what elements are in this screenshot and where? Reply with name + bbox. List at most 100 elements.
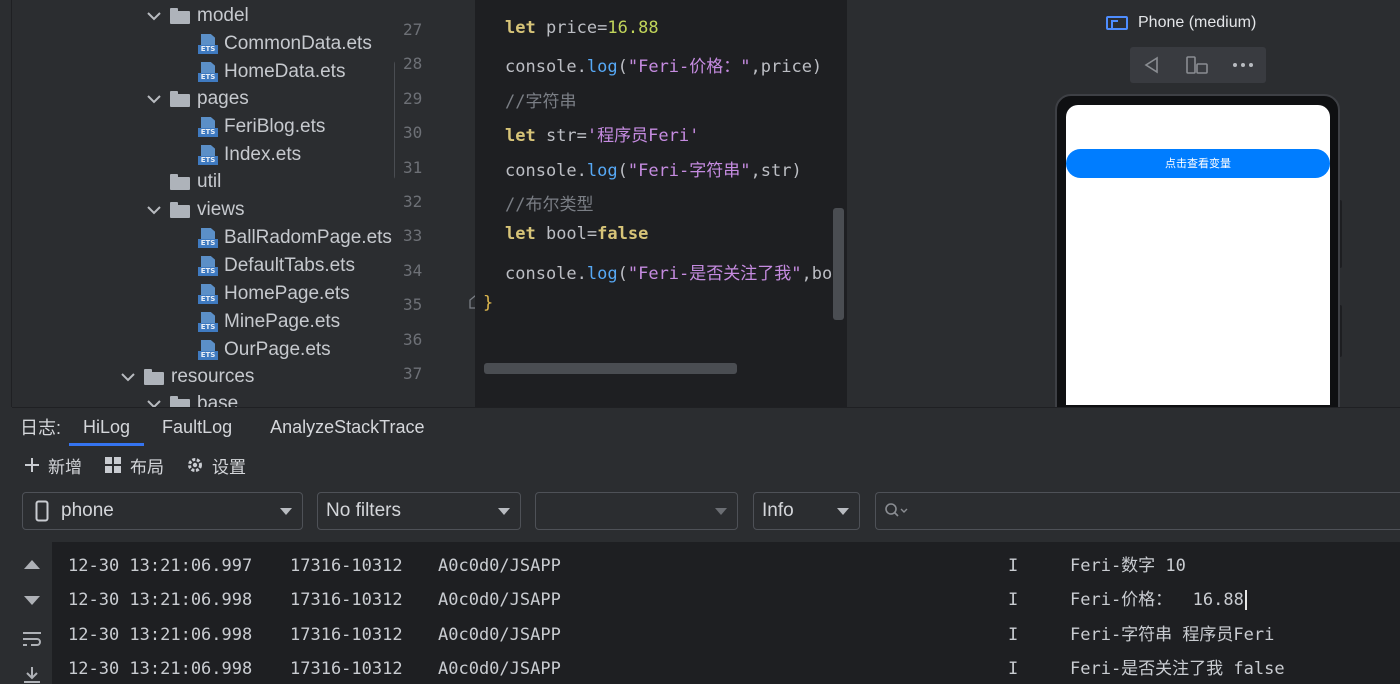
tree-file-ourpage[interactable]: ETS OurPage.ets: [198, 336, 331, 364]
log-tag: A0c0d0/JSAPP: [438, 590, 561, 610]
log-output[interactable]: 12-30 13:21:06.997 17316-10312 A0c0d0/JS…: [52, 542, 1400, 684]
log-search-input[interactable]: [875, 492, 1400, 530]
code-line-35: }: [483, 293, 494, 313]
phone-screen: 点击查看变量: [1066, 105, 1330, 405]
log-pid: 17316-10312: [290, 625, 403, 645]
log-message: Feri-字符串 程序员Feri: [1070, 625, 1275, 645]
tree-file-index[interactable]: ETS Index.ets: [198, 141, 301, 169]
tree-file-homedata[interactable]: ETS HomeData.ets: [198, 58, 345, 86]
scroll-to-end-icon[interactable]: [22, 666, 42, 684]
editor-vertical-scrollbar[interactable]: [833, 208, 844, 320]
filter-dropdown[interactable]: No filters: [317, 492, 521, 530]
filter-dropdown-value: No filters: [326, 500, 401, 521]
log-filters: phone No filters Info: [12, 492, 1400, 530]
add-button-label: 新增: [48, 457, 82, 478]
chevron-down-icon[interactable]: [144, 200, 164, 220]
tree-folder-base[interactable]: base: [144, 390, 238, 407]
tree-file-homepage[interactable]: ETS HomePage.ets: [198, 280, 350, 308]
dropdown-arrow-icon: [715, 508, 727, 515]
view-variables-button[interactable]: 点击查看变量: [1066, 149, 1330, 178]
search-icon: [885, 503, 908, 517]
multi-device-icon[interactable]: [1185, 55, 1209, 75]
more-icon[interactable]: [1232, 62, 1254, 68]
device-dropdown-value: phone: [61, 500, 114, 521]
log-time: 12-30 13:21:06.997: [68, 556, 253, 576]
device-selector[interactable]: Phone (medium): [1106, 14, 1256, 32]
dropdown-arrow-icon: [280, 508, 292, 515]
log-row: 12-30 13:21:06.998 17316-10312 A0c0d0/JS…: [68, 618, 1274, 652]
log-message: Feri-价格： 16.88: [1070, 583, 1247, 617]
layout-grid-icon: [104, 456, 122, 474]
tree-label: Index.ets: [224, 144, 302, 165]
tree-file-defaulttabs[interactable]: ETS DefaultTabs.ets: [198, 252, 355, 280]
tree-label: DefaultTabs.ets: [224, 255, 355, 276]
back-icon[interactable]: [1142, 55, 1162, 75]
chevron-down-icon[interactable]: [144, 89, 164, 109]
log-time: 12-30 13:21:06.998: [68, 625, 253, 645]
chevron-down-icon[interactable]: [118, 367, 138, 387]
tree-file-ballradompage[interactable]: ETS BallRadomPage.ets: [198, 224, 392, 252]
tree-folder-resources[interactable]: resources: [118, 363, 254, 391]
tree-label: base: [197, 393, 239, 407]
device-dropdown[interactable]: phone: [22, 492, 303, 530]
log-level: I: [1008, 659, 1019, 679]
ets-file-icon: ETS: [198, 256, 218, 276]
tree-file-commondata[interactable]: ETS CommonData.ets: [198, 30, 372, 58]
log-pid: 17316-10312: [290, 659, 403, 679]
scroll-down-icon[interactable]: [23, 595, 41, 607]
log-toolbar: 新增 布局 设置: [12, 448, 1400, 482]
line-number: 30: [403, 123, 423, 142]
tree-label: MinePage.ets: [224, 311, 341, 332]
tree-folder-views[interactable]: views: [144, 196, 245, 224]
log-level-dropdown[interactable]: Info: [753, 492, 860, 530]
tree-folder-util[interactable]: util: [170, 168, 221, 196]
preview-toolbar: [1130, 47, 1266, 83]
tab-faultlog[interactable]: FaultLog: [148, 408, 246, 446]
log-panel: 日志: HiLog FaultLog AnalyzeStackTrace 新增 …: [12, 407, 1400, 684]
tree-folder-model[interactable]: model: [144, 2, 249, 30]
line-number: 28: [403, 54, 423, 73]
tree-folder-pages[interactable]: pages: [144, 85, 249, 113]
ets-file-icon: ETS: [198, 145, 218, 165]
code-line-30: let str='程序员Feri': [505, 126, 700, 146]
log-time: 12-30 13:21:06.998: [68, 590, 253, 610]
log-level-value: Info: [762, 500, 794, 521]
tree-label: HomeData.ets: [224, 61, 346, 82]
soft-wrap-icon[interactable]: [22, 630, 42, 648]
layout-button[interactable]: 布局: [104, 453, 164, 478]
line-number: 31: [403, 158, 423, 177]
tab-hilog[interactable]: HiLog: [69, 408, 145, 446]
line-number: 33: [403, 226, 423, 245]
chevron-down-icon[interactable]: [144, 6, 164, 26]
tree-label: BallRadomPage.ets: [224, 227, 392, 248]
log-side-toolbar: [12, 542, 52, 684]
scroll-up-icon[interactable]: [23, 558, 41, 570]
log-level: I: [1008, 590, 1019, 610]
editor-horizontal-scrollbar[interactable]: [484, 363, 737, 374]
code-editor[interactable]: let price=16.88 console.log("Feri-价格：",p…: [475, 0, 847, 407]
tree-file-feriblog[interactable]: ETS FeriBlog.ets: [198, 113, 325, 141]
settings-button[interactable]: 设置: [186, 453, 246, 478]
line-number: 35: [403, 295, 423, 314]
tree-file-minepage[interactable]: ETS MinePage.ets: [198, 308, 340, 336]
tab-analyze-stack-trace[interactable]: AnalyzeStackTrace: [256, 408, 438, 446]
ets-file-icon: ETS: [198, 312, 218, 332]
code-line-27: let price=16.88: [505, 18, 659, 38]
code-line-31: console.log("Feri-字符串",str): [505, 161, 802, 181]
tree-label: resources: [171, 366, 255, 387]
dropdown-arrow-icon: [837, 508, 849, 515]
tree-label: pages: [197, 88, 249, 109]
tree-label: FeriBlog.ets: [224, 116, 326, 137]
previewer-panel: Phone (medium) 点击查看变量: [848, 0, 1400, 424]
folder-icon: [170, 91, 190, 107]
chevron-down-icon[interactable]: [144, 394, 164, 407]
ets-file-icon: ETS: [198, 340, 218, 360]
process-dropdown[interactable]: [535, 492, 738, 530]
log-time: 12-30 13:21:06.998: [68, 659, 253, 679]
text-caret: [1244, 590, 1247, 610]
folder-icon: [170, 174, 190, 190]
add-button[interactable]: 新增: [24, 453, 82, 478]
ets-file-icon: ETS: [198, 228, 218, 248]
code-line-29: //字符串: [505, 92, 577, 112]
tree-label: OurPage.ets: [224, 339, 331, 360]
